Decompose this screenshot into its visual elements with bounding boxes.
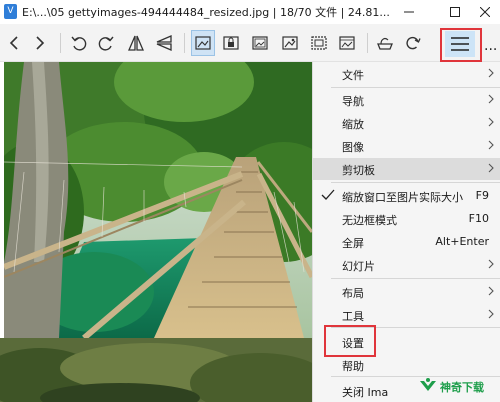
lock-zoom-button[interactable]: [219, 30, 243, 56]
toolbar: [0, 24, 500, 62]
window-title: E:\...\05 gettyimages-494444484_resized.…: [22, 6, 390, 19]
toolbar-divider: [60, 33, 61, 53]
minimize-icon: [404, 11, 414, 13]
menu-item-help[interactable]: 帮助: [313, 354, 500, 376]
jungle-bridge-photo: [4, 62, 312, 338]
chevron-right-icon: [488, 68, 494, 78]
image-lock-icon: [223, 36, 239, 50]
menu-item-label: 图像: [342, 141, 364, 154]
rotate-left-button[interactable]: [67, 30, 91, 56]
flip-vertical-icon: [156, 35, 172, 51]
maximize-icon: [450, 7, 460, 17]
checkmark-icon: [321, 189, 335, 200]
menu-item-label: 全屏: [342, 237, 364, 250]
rotate-left-icon: [71, 36, 87, 51]
menu-item-borderless[interactable]: 无边框模式 F10: [313, 208, 500, 230]
close-button[interactable]: [470, 0, 500, 24]
menu-item-shortcut: F10: [468, 212, 489, 225]
menu-item-shortcut: Alt+Enter: [435, 235, 489, 248]
settings-highlight: [324, 325, 376, 357]
flip-horizontal-icon: [128, 35, 144, 51]
menu-item-label: 帮助: [342, 360, 364, 373]
menu-item-fullscreen[interactable]: 全屏 Alt+Enter: [313, 231, 500, 253]
chevron-right-icon: [488, 259, 494, 269]
image-info-icon: [252, 36, 268, 50]
next-button[interactable]: [28, 30, 52, 56]
menu-item-fit-window-to-image[interactable]: 缩放窗口至图片实际大小 F9: [313, 185, 500, 207]
more-button[interactable]: ...: [484, 38, 497, 54]
menu-item-label: 布局: [342, 287, 364, 300]
displayed-image[interactable]: [4, 62, 312, 338]
watermark-logo-icon: [420, 378, 436, 391]
toolbar-divider: [184, 33, 185, 53]
menu-item-shortcut: F9: [475, 189, 489, 202]
menu-item-file[interactable]: 文件: [313, 63, 500, 85]
previous-button[interactable]: [2, 30, 26, 56]
menu-item-tools[interactable]: 工具: [313, 304, 500, 326]
refresh-button[interactable]: [401, 30, 425, 56]
paint-button[interactable]: [373, 30, 397, 56]
flip-vertical-button[interactable]: [152, 30, 176, 56]
menu-item-label: 无边框模式: [342, 214, 397, 227]
chevron-right-icon: [488, 163, 494, 173]
fit-image-button[interactable]: [191, 30, 215, 56]
menu-item-label: 缩放窗口至图片实际大小: [342, 191, 463, 204]
menu-divider: [331, 278, 500, 279]
image-gallery-button[interactable]: [335, 30, 359, 56]
site-watermark: 神奇下载: [418, 376, 498, 398]
next-image-preview: [0, 338, 312, 402]
menu-item-image[interactable]: 图像: [313, 135, 500, 157]
image-crop-icon: [311, 36, 327, 50]
menu-item-navigation[interactable]: 导航: [313, 89, 500, 111]
menu-item-label: 导航: [342, 95, 364, 108]
menu-item-zoom[interactable]: 缩放: [313, 112, 500, 134]
close-icon: [480, 7, 490, 17]
image-info-button[interactable]: [248, 30, 272, 56]
chevron-right-icon: [488, 94, 494, 104]
paint-bucket-icon: [377, 38, 393, 50]
menu-item-label: 缩放: [342, 118, 364, 131]
menu-item-slideshow[interactable]: 幻灯片: [313, 254, 500, 276]
menu-item-label: 幻灯片: [342, 260, 375, 273]
refresh-icon: [406, 36, 421, 50]
flip-horizontal-button[interactable]: [124, 30, 148, 56]
chevron-right-icon: [488, 286, 494, 296]
menu-divider: [331, 182, 500, 183]
chevron-right-icon: [488, 309, 494, 319]
toolbar-divider: [367, 33, 368, 53]
menu-item-layout[interactable]: 布局: [313, 281, 500, 303]
title-bar: V E:\...\05 gettyimages-494444484_resize…: [0, 0, 500, 24]
chevron-right-icon: [488, 140, 494, 150]
menu-item-label: 文件: [342, 69, 364, 82]
menu-item-label: 关闭 Ima: [342, 386, 389, 399]
app-icon: V: [4, 4, 17, 19]
image-adjust-button[interactable]: [278, 30, 302, 56]
watermark-text: 神奇下载: [440, 381, 484, 394]
image-adjust-icon: [282, 36, 298, 50]
forest-thumbnail: [0, 338, 312, 402]
menu-divider: [331, 87, 500, 88]
rotate-right-icon: [98, 36, 114, 51]
menu-button-highlight: [440, 28, 482, 62]
minimize-button[interactable]: [386, 0, 432, 24]
menu-item-label: 工具: [342, 310, 364, 323]
rotate-right-button[interactable]: [94, 30, 118, 56]
menu-item-clipboard[interactable]: 剪切板: [313, 158, 500, 180]
menu-item-label: 剪切板: [342, 164, 375, 177]
image-crop-button[interactable]: [307, 30, 331, 56]
image-fit-icon: [195, 36, 211, 50]
image-gallery-icon: [339, 36, 355, 50]
chevron-left-icon: [9, 36, 18, 50]
chevron-right-icon: [36, 36, 45, 50]
chevron-right-icon: [488, 117, 494, 127]
